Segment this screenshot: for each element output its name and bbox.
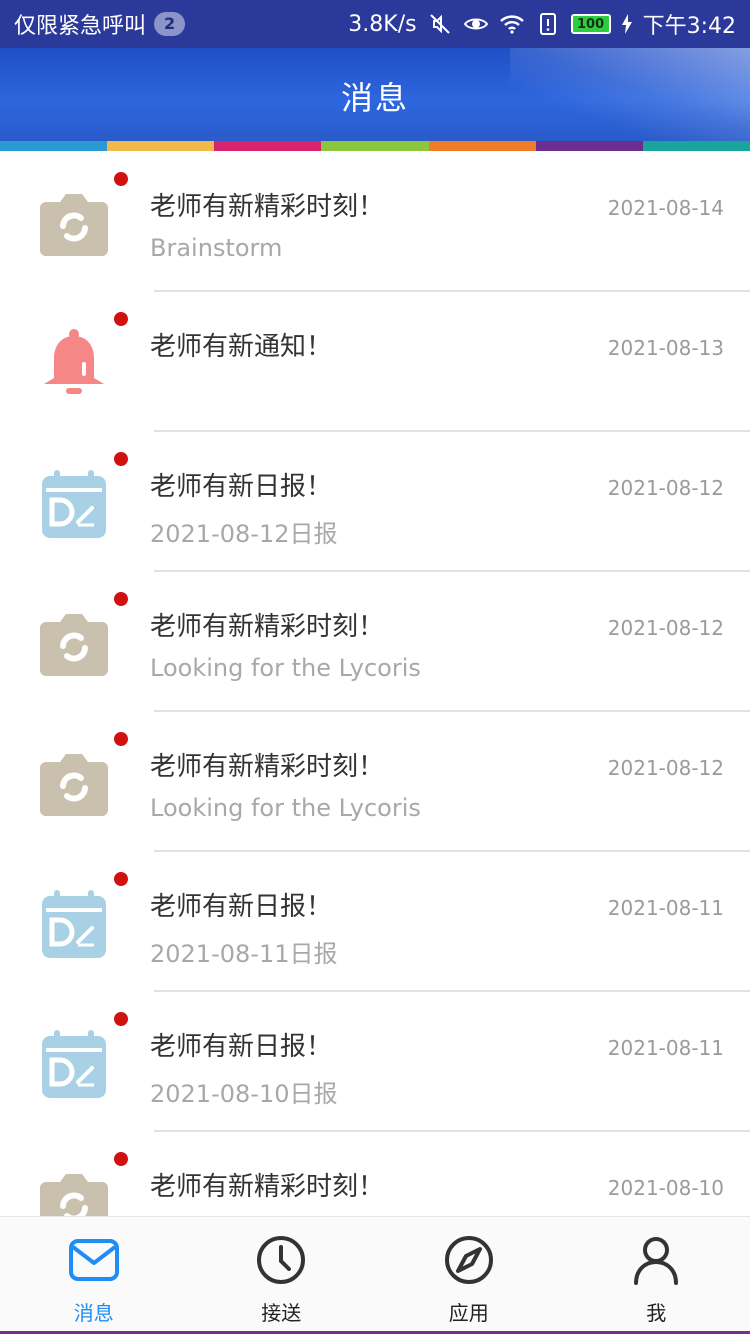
camera-icon xyxy=(36,1168,112,1216)
page-title: 消息 xyxy=(340,79,409,117)
message-title: 老师有新日报！ xyxy=(150,1032,333,1062)
message-item[interactable]: 老师有新日报！ 2021-08-10日报 2021-08-11 xyxy=(0,992,750,1132)
charging-icon xyxy=(621,11,633,37)
unread-dot xyxy=(114,452,128,466)
notification-count-badge: 2 xyxy=(154,12,186,36)
message-item[interactable]: 老师有新精彩时刻！ Brainstorm 2021-08-14 xyxy=(0,152,750,292)
message-subtitle: Brainstorm xyxy=(150,234,283,262)
bell-icon xyxy=(36,328,112,400)
unread-dot xyxy=(114,172,128,186)
message-item[interactable]: 老师有新通知！ 2021-08-13 xyxy=(0,292,750,432)
network-speed: 3.8K/s xyxy=(348,11,417,37)
color-strip xyxy=(0,141,750,151)
calendar-icon xyxy=(36,468,112,540)
unread-dot xyxy=(114,592,128,606)
battery-icon: 100 xyxy=(570,14,611,34)
tab-me[interactable]: 我 xyxy=(563,1217,750,1334)
tab-label: 应用 xyxy=(448,1301,489,1325)
mute-icon xyxy=(427,11,453,37)
camera-icon xyxy=(36,748,112,820)
calendar-icon xyxy=(36,1028,112,1100)
header: 消息 xyxy=(0,48,750,144)
color-strip-segment xyxy=(321,141,429,151)
status-right: 3.8K/s 100 下午3:42 xyxy=(348,8,736,40)
tab-messages[interactable]: 消息 xyxy=(0,1217,188,1334)
color-strip-segment xyxy=(428,141,536,151)
camera-icon xyxy=(36,188,112,260)
message-item[interactable]: 老师有新日报！ 2021-08-11日报 2021-08-11 xyxy=(0,852,750,992)
tab-label: 消息 xyxy=(73,1301,114,1325)
sim-alert-icon xyxy=(535,11,561,37)
message-item[interactable]: 老师有新精彩时刻！ Looking for the Lycoris 2021-08-… xyxy=(0,712,750,852)
eye-icon xyxy=(463,11,489,37)
message-item[interactable]: 老师有新精彩时刻！ 2021-08-10 xyxy=(0,1132,750,1216)
message-subtitle: 2021-08-11日报 xyxy=(150,940,338,968)
message-date: 2021-08-11 xyxy=(607,1036,724,1060)
message-title: 老师有新通知！ xyxy=(150,332,333,362)
message-date: 2021-08-10 xyxy=(607,1176,724,1200)
user-icon xyxy=(629,1233,683,1291)
message-title: 老师有新精彩时刻！ xyxy=(150,1172,385,1202)
message-subtitle: 2021-08-10日报 xyxy=(150,1080,338,1108)
tab-label: 接送 xyxy=(261,1301,302,1325)
message-date: 2021-08-13 xyxy=(607,336,724,360)
unread-dot xyxy=(114,1152,128,1166)
wifi-icon xyxy=(499,11,525,37)
clock-time: 下午3:42 xyxy=(642,14,736,39)
message-item[interactable]: 老师有新日报！ 2021-08-12日报 2021-08-12 xyxy=(0,432,750,572)
color-strip-segment xyxy=(642,141,750,151)
message-date: 2021-08-12 xyxy=(607,756,724,780)
calendar-icon xyxy=(36,888,112,960)
compass-icon xyxy=(442,1233,496,1291)
tab-apps[interactable]: 应用 xyxy=(375,1217,563,1334)
message-subtitle: Looking for the Lycoris xyxy=(150,654,421,682)
carrier-text: 仅限紧急呼叫 xyxy=(14,14,147,39)
message-title: 老师有新日报！ xyxy=(150,472,333,502)
message-date: 2021-08-12 xyxy=(607,476,724,500)
color-strip-segment xyxy=(107,141,215,151)
unread-dot xyxy=(114,732,128,746)
message-date: 2021-08-14 xyxy=(607,196,724,220)
bottom-tab-bar: 消息 接送 应用 我 xyxy=(0,1216,750,1334)
unread-dot xyxy=(114,872,128,886)
clock-icon xyxy=(254,1233,308,1291)
status-left: 仅限紧急呼叫 2 xyxy=(14,8,186,40)
envelope-icon xyxy=(67,1233,121,1291)
color-strip-segment xyxy=(0,141,108,151)
message-title: 老师有新精彩时刻！ xyxy=(150,192,385,222)
message-list[interactable]: 老师有新精彩时刻！ Brainstorm 2021-08-14 老师有新通知！ 202… xyxy=(0,152,750,1216)
color-strip-segment xyxy=(535,141,643,151)
message-title: 老师有新精彩时刻！ xyxy=(150,752,385,782)
message-subtitle: 2021-08-12日报 xyxy=(150,520,338,548)
message-date: 2021-08-12 xyxy=(607,616,724,640)
unread-dot xyxy=(114,1012,128,1026)
color-strip-segment xyxy=(214,141,322,151)
message-subtitle: Looking for the Lycoris xyxy=(150,794,421,822)
status-bar: 仅限紧急呼叫 2 3.8K/s 100 下午3:42 xyxy=(0,0,750,48)
tab-pickup[interactable]: 接送 xyxy=(188,1217,376,1334)
message-date: 2021-08-11 xyxy=(607,896,724,920)
tab-label: 我 xyxy=(646,1301,667,1325)
message-title: 老师有新精彩时刻！ xyxy=(150,612,385,642)
message-item[interactable]: 老师有新精彩时刻！ Looking for the Lycoris 2021-08-… xyxy=(0,572,750,712)
camera-icon xyxy=(36,608,112,680)
message-title: 老师有新日报！ xyxy=(150,892,333,922)
unread-dot xyxy=(114,312,128,326)
